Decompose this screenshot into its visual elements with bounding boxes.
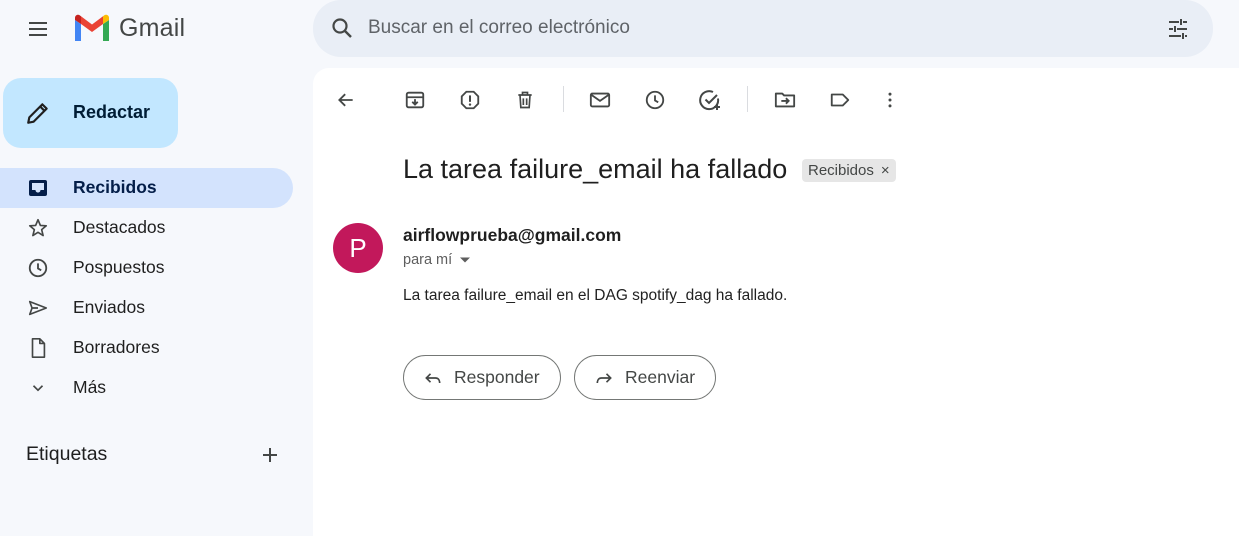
- compose-label: Redactar: [73, 102, 151, 122]
- forward-icon: [593, 367, 615, 389]
- remove-label-icon[interactable]: ×: [881, 162, 890, 179]
- labels-heading: Etiquetas: [26, 443, 108, 465]
- reply-button[interactable]: Responder: [403, 355, 561, 400]
- top-bar: Gmail: [0, 0, 1239, 58]
- avatar[interactable]: P: [333, 223, 383, 273]
- sidebar-item-inbox[interactable]: Recibidos: [0, 168, 293, 208]
- gmail-logo[interactable]: Gmail: [73, 12, 185, 44]
- send-icon: [26, 296, 50, 320]
- sidebar-item-more[interactable]: Más: [0, 368, 293, 408]
- clock-icon: [645, 90, 665, 110]
- toolbar-divider: [563, 86, 564, 112]
- sidebar-item-starred[interactable]: Destacados: [0, 208, 293, 248]
- snooze-button[interactable]: [637, 82, 673, 118]
- inbox-icon: [26, 176, 50, 200]
- sidebar-item-drafts[interactable]: Borradores: [0, 328, 293, 368]
- reply-icon: [422, 367, 444, 389]
- app-name: Gmail: [119, 13, 186, 42]
- sidebar-item-label: Enviados: [73, 297, 145, 317]
- show-details-icon[interactable]: [458, 253, 472, 267]
- plus-icon: [263, 448, 277, 462]
- back-button[interactable]: [328, 82, 364, 118]
- forward-button[interactable]: Reenviar: [574, 355, 717, 400]
- toolbar-divider: [747, 86, 748, 112]
- recipient-label: para mí: [403, 252, 453, 268]
- draft-icon: [26, 336, 50, 360]
- email-subject: La tarea failure_email ha fallado: [403, 154, 788, 184]
- search-icon[interactable]: [328, 14, 356, 42]
- search-options-icon[interactable]: [1163, 14, 1193, 44]
- pencil-icon: [27, 103, 48, 124]
- chevron-down-icon: [26, 376, 50, 400]
- move-to-folder-icon: [774, 92, 796, 108]
- label-chip-text: Recibidos: [808, 162, 874, 179]
- gmail-m-icon: [75, 14, 109, 41]
- sidebar-item-label: Destacados: [73, 217, 166, 237]
- sidebar-item-label: Más: [73, 377, 107, 397]
- arrow-back-icon: [338, 93, 353, 107]
- compose-button[interactable]: Redactar: [3, 78, 178, 148]
- more-vert-icon: [888, 92, 892, 108]
- email-body: La tarea failure_email en el DAG spotify…: [403, 287, 788, 304]
- trash-icon: [518, 91, 532, 109]
- reply-label: Responder: [454, 367, 540, 387]
- message-view: La tarea failure_email ha fallado Recibi…: [313, 68, 1239, 536]
- sidebar-nav: Recibidos Destacados Pospuestos Enviados…: [0, 168, 293, 408]
- delete-button[interactable]: [507, 82, 543, 118]
- archive-icon: [405, 91, 425, 109]
- add-to-tasks-button[interactable]: [692, 82, 728, 118]
- label-chip[interactable]: Recibidos ×: [802, 159, 896, 182]
- move-to-button[interactable]: [767, 82, 803, 118]
- add-task-icon: [699, 90, 720, 111]
- report-spam-button[interactable]: [452, 82, 488, 118]
- star-icon: [26, 216, 50, 240]
- mark-unread-button[interactable]: [582, 82, 618, 118]
- more-options-button[interactable]: [872, 82, 908, 118]
- sidebar-item-label: Pospuestos: [73, 257, 165, 277]
- search-bar[interactable]: [313, 0, 1213, 57]
- labels-button[interactable]: [822, 82, 858, 118]
- search-input[interactable]: [368, 14, 1138, 42]
- add-label-button[interactable]: [254, 439, 286, 471]
- clock-icon: [26, 256, 50, 280]
- archive-button[interactable]: [397, 82, 433, 118]
- main-menu-button[interactable]: [16, 7, 60, 51]
- sidebar-item-label: Borradores: [73, 337, 160, 357]
- label-icon: [830, 93, 850, 107]
- sidebar-item-sent[interactable]: Enviados: [0, 288, 293, 328]
- forward-label: Reenviar: [625, 367, 696, 387]
- sender-email[interactable]: airflowprueba@gmail.com: [403, 225, 621, 246]
- report-spam-icon: [460, 90, 480, 110]
- mail-icon: [589, 92, 611, 108]
- hamburger-menu-icon: [29, 22, 47, 36]
- sidebar-item-label: Recibidos: [73, 177, 157, 197]
- recipient-line: para mí: [403, 252, 472, 268]
- gmail-app: Gmail Redactar Recibidos: [0, 0, 1239, 536]
- sidebar-item-snoozed[interactable]: Pospuestos: [0, 248, 293, 288]
